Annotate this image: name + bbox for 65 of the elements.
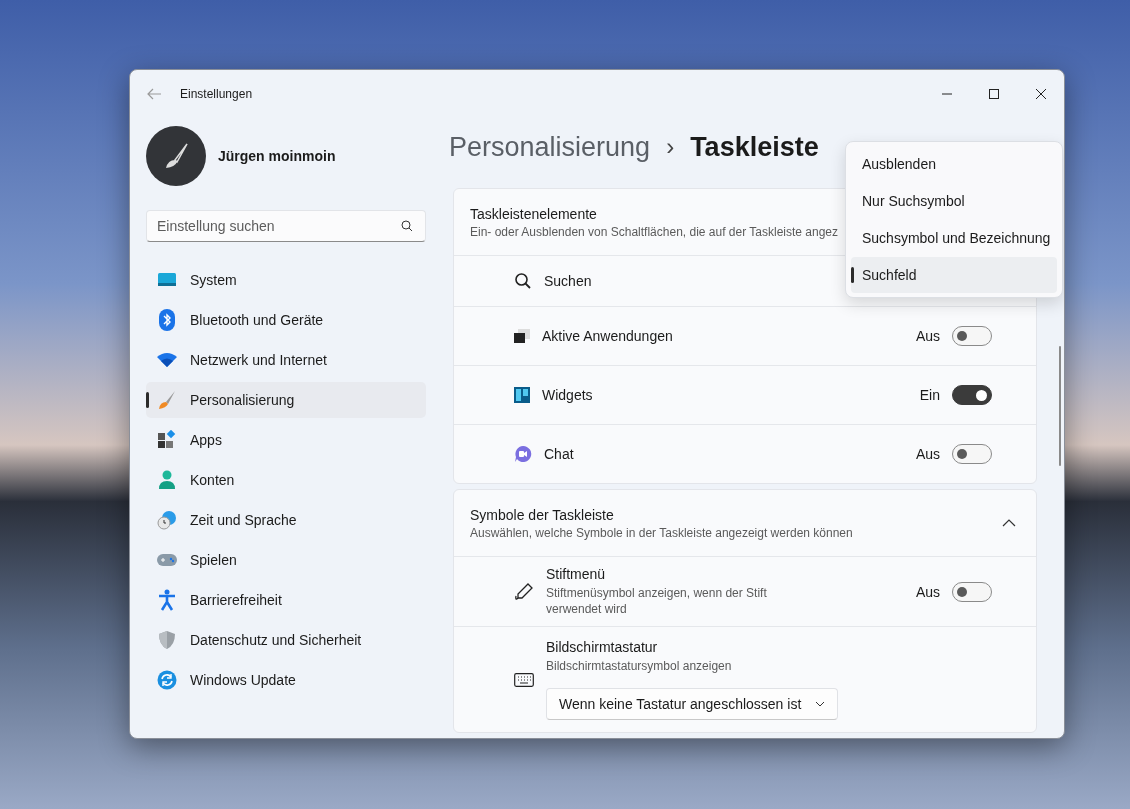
bluetooth-icon — [159, 309, 175, 331]
search-icon — [514, 272, 532, 290]
setting-label: Widgets — [542, 387, 593, 403]
setting-label: Suchen — [544, 273, 592, 289]
setting-label: Aktive Anwendungen — [542, 328, 673, 344]
chevron-down-icon — [815, 701, 826, 707]
section-title: Symbole der Taskleiste — [470, 506, 614, 523]
sidebar-item[interactable]: Zeit und Sprache — [146, 502, 426, 538]
search-icon — [401, 220, 413, 232]
person-icon — [158, 470, 176, 490]
toggle-switch[interactable] — [952, 444, 992, 464]
shield-icon — [158, 630, 176, 650]
search-field[interactable]: Einstellung suchen — [146, 210, 426, 242]
toggle-switch[interactable] — [952, 581, 992, 602]
pen-icon — [514, 581, 534, 602]
breadcrumb-separator: › — [666, 133, 675, 161]
toggle-switch[interactable] — [952, 385, 992, 405]
sidebar-item[interactable]: Datenschutz und Sicherheit — [146, 622, 426, 658]
page-title: Taskleiste — [690, 131, 819, 163]
section-subtitle: Ein- oder Ausblenden von Schaltflächen, die auf der Taskleiste angez — [470, 224, 839, 239]
sidebar-item[interactable]: Spielen — [146, 542, 426, 578]
menu-option[interactable]: Suchsymbol und Bezeichnung — [851, 220, 1057, 256]
user-avatar[interactable] — [146, 126, 206, 186]
scrollbar[interactable] — [1059, 346, 1061, 466]
widgets-icon — [514, 387, 530, 403]
sidebar-item[interactable]: System — [146, 262, 426, 298]
section-subtitle: Auswählen, welche Symbole in der Taskleiste angezeigt werden können — [470, 525, 853, 540]
setting-description: Bildschirmtastatursymbol anzeigen — [546, 658, 733, 674]
wifi-icon — [156, 352, 178, 368]
sidebar-item[interactable]: Netzwerk und Internet — [146, 342, 426, 378]
apps-icon — [157, 430, 177, 450]
toggle-state-label: Ein — [919, 387, 940, 403]
setting-label: Stiftmenü — [546, 566, 607, 582]
user-name: Jürgen moinmoin — [218, 148, 336, 164]
sync-icon — [157, 670, 177, 690]
menu-option[interactable]: Nur Suchsymbol — [851, 183, 1057, 219]
chat-icon — [514, 445, 532, 463]
setting-label: Chat — [544, 446, 574, 462]
keyboard-icon — [514, 672, 534, 687]
toggle-switch[interactable] — [952, 326, 992, 346]
toggle-state-label: Aus — [915, 583, 940, 600]
gamepad-icon — [156, 553, 178, 567]
sidebar-item[interactable]: Windows Update — [146, 662, 426, 698]
breadcrumb-link[interactable]: Personalisierung — [449, 131, 651, 163]
toggle-state-label: Aus — [915, 328, 940, 344]
window-title: Einstellungen — [180, 87, 253, 101]
section-title: Taskleistenelemente — [470, 205, 597, 222]
sidebar-item[interactable]: Barrierefreiheit — [146, 582, 426, 618]
sidebar-item[interactable]: Apps — [146, 422, 426, 458]
menu-option[interactable]: Suchfeld — [851, 257, 1057, 293]
menu-option[interactable]: Ausblenden — [851, 146, 1057, 182]
setting-label: Bildschirmtastatur — [546, 639, 659, 655]
globe-clock-icon — [157, 510, 177, 530]
close-icon — [1035, 89, 1046, 99]
accessibility-icon — [158, 589, 176, 611]
dropdown-select[interactable]: Wenn keine Tastatur angeschlossen ist — [546, 688, 839, 720]
maximize-icon — [988, 89, 999, 99]
paintbrush-icon — [157, 390, 177, 410]
sidebar-item[interactable]: Bluetooth und Geräte — [146, 302, 426, 338]
sidebar-item[interactable]: Konten — [146, 462, 426, 498]
sidebar-item[interactable]: Personalisierung — [146, 382, 426, 418]
toggle-state-label: Aus — [915, 446, 940, 462]
monitor-icon — [157, 272, 177, 288]
windows-stack-icon — [514, 329, 530, 343]
setting-description: Stiftmenüsymbol anzeigen, wenn der Stift verwendet wird — [546, 585, 768, 617]
